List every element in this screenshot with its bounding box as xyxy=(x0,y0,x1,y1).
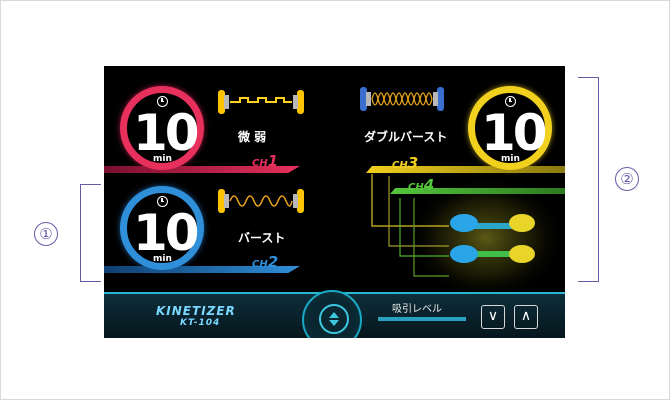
ch2-mode: バースト xyxy=(238,231,286,245)
ch2-minutes: 10 xyxy=(133,204,200,262)
bracket-left xyxy=(80,184,101,282)
ch1-label: CH1 xyxy=(252,152,279,170)
device-screen: 10 min 微 弱 CH1 10 min バースト CH2 10 min ダブ… xyxy=(104,66,565,338)
ch1-minutes: 10 xyxy=(133,104,200,162)
electrode-pads-icon xyxy=(450,214,535,263)
suction-level-label: 吸引レベル xyxy=(392,304,442,315)
ch3-label: CH3 xyxy=(392,154,419,172)
annotation-2: ② xyxy=(615,167,639,191)
double-burst-wave-icon xyxy=(360,87,444,111)
up-down-arrows-icon xyxy=(329,312,339,326)
level-down-button[interactable]: ∨ xyxy=(481,305,505,329)
brand-logo: KINETIZER xyxy=(156,304,236,318)
model-label: KT-104 xyxy=(180,318,221,328)
ch3-mode: ダブルバースト xyxy=(364,130,448,144)
ch3-minutes: 10 xyxy=(481,104,548,162)
sine-wave-icon xyxy=(218,189,304,213)
level-up-button[interactable]: ∧ xyxy=(514,305,538,329)
suction-level-bar xyxy=(378,317,466,321)
ch3-min-unit: min xyxy=(501,154,520,164)
ch4-label: CH4 xyxy=(408,176,435,194)
annotation-1: ① xyxy=(34,222,58,246)
bracket-right xyxy=(578,77,599,282)
ch2-min-unit: min xyxy=(153,254,172,264)
ch2-label: CH2 xyxy=(252,253,279,271)
ch1-min-unit: min xyxy=(153,154,172,164)
pulse-wave-icon xyxy=(218,90,304,114)
ch1-mode: 微 弱 xyxy=(238,130,267,144)
